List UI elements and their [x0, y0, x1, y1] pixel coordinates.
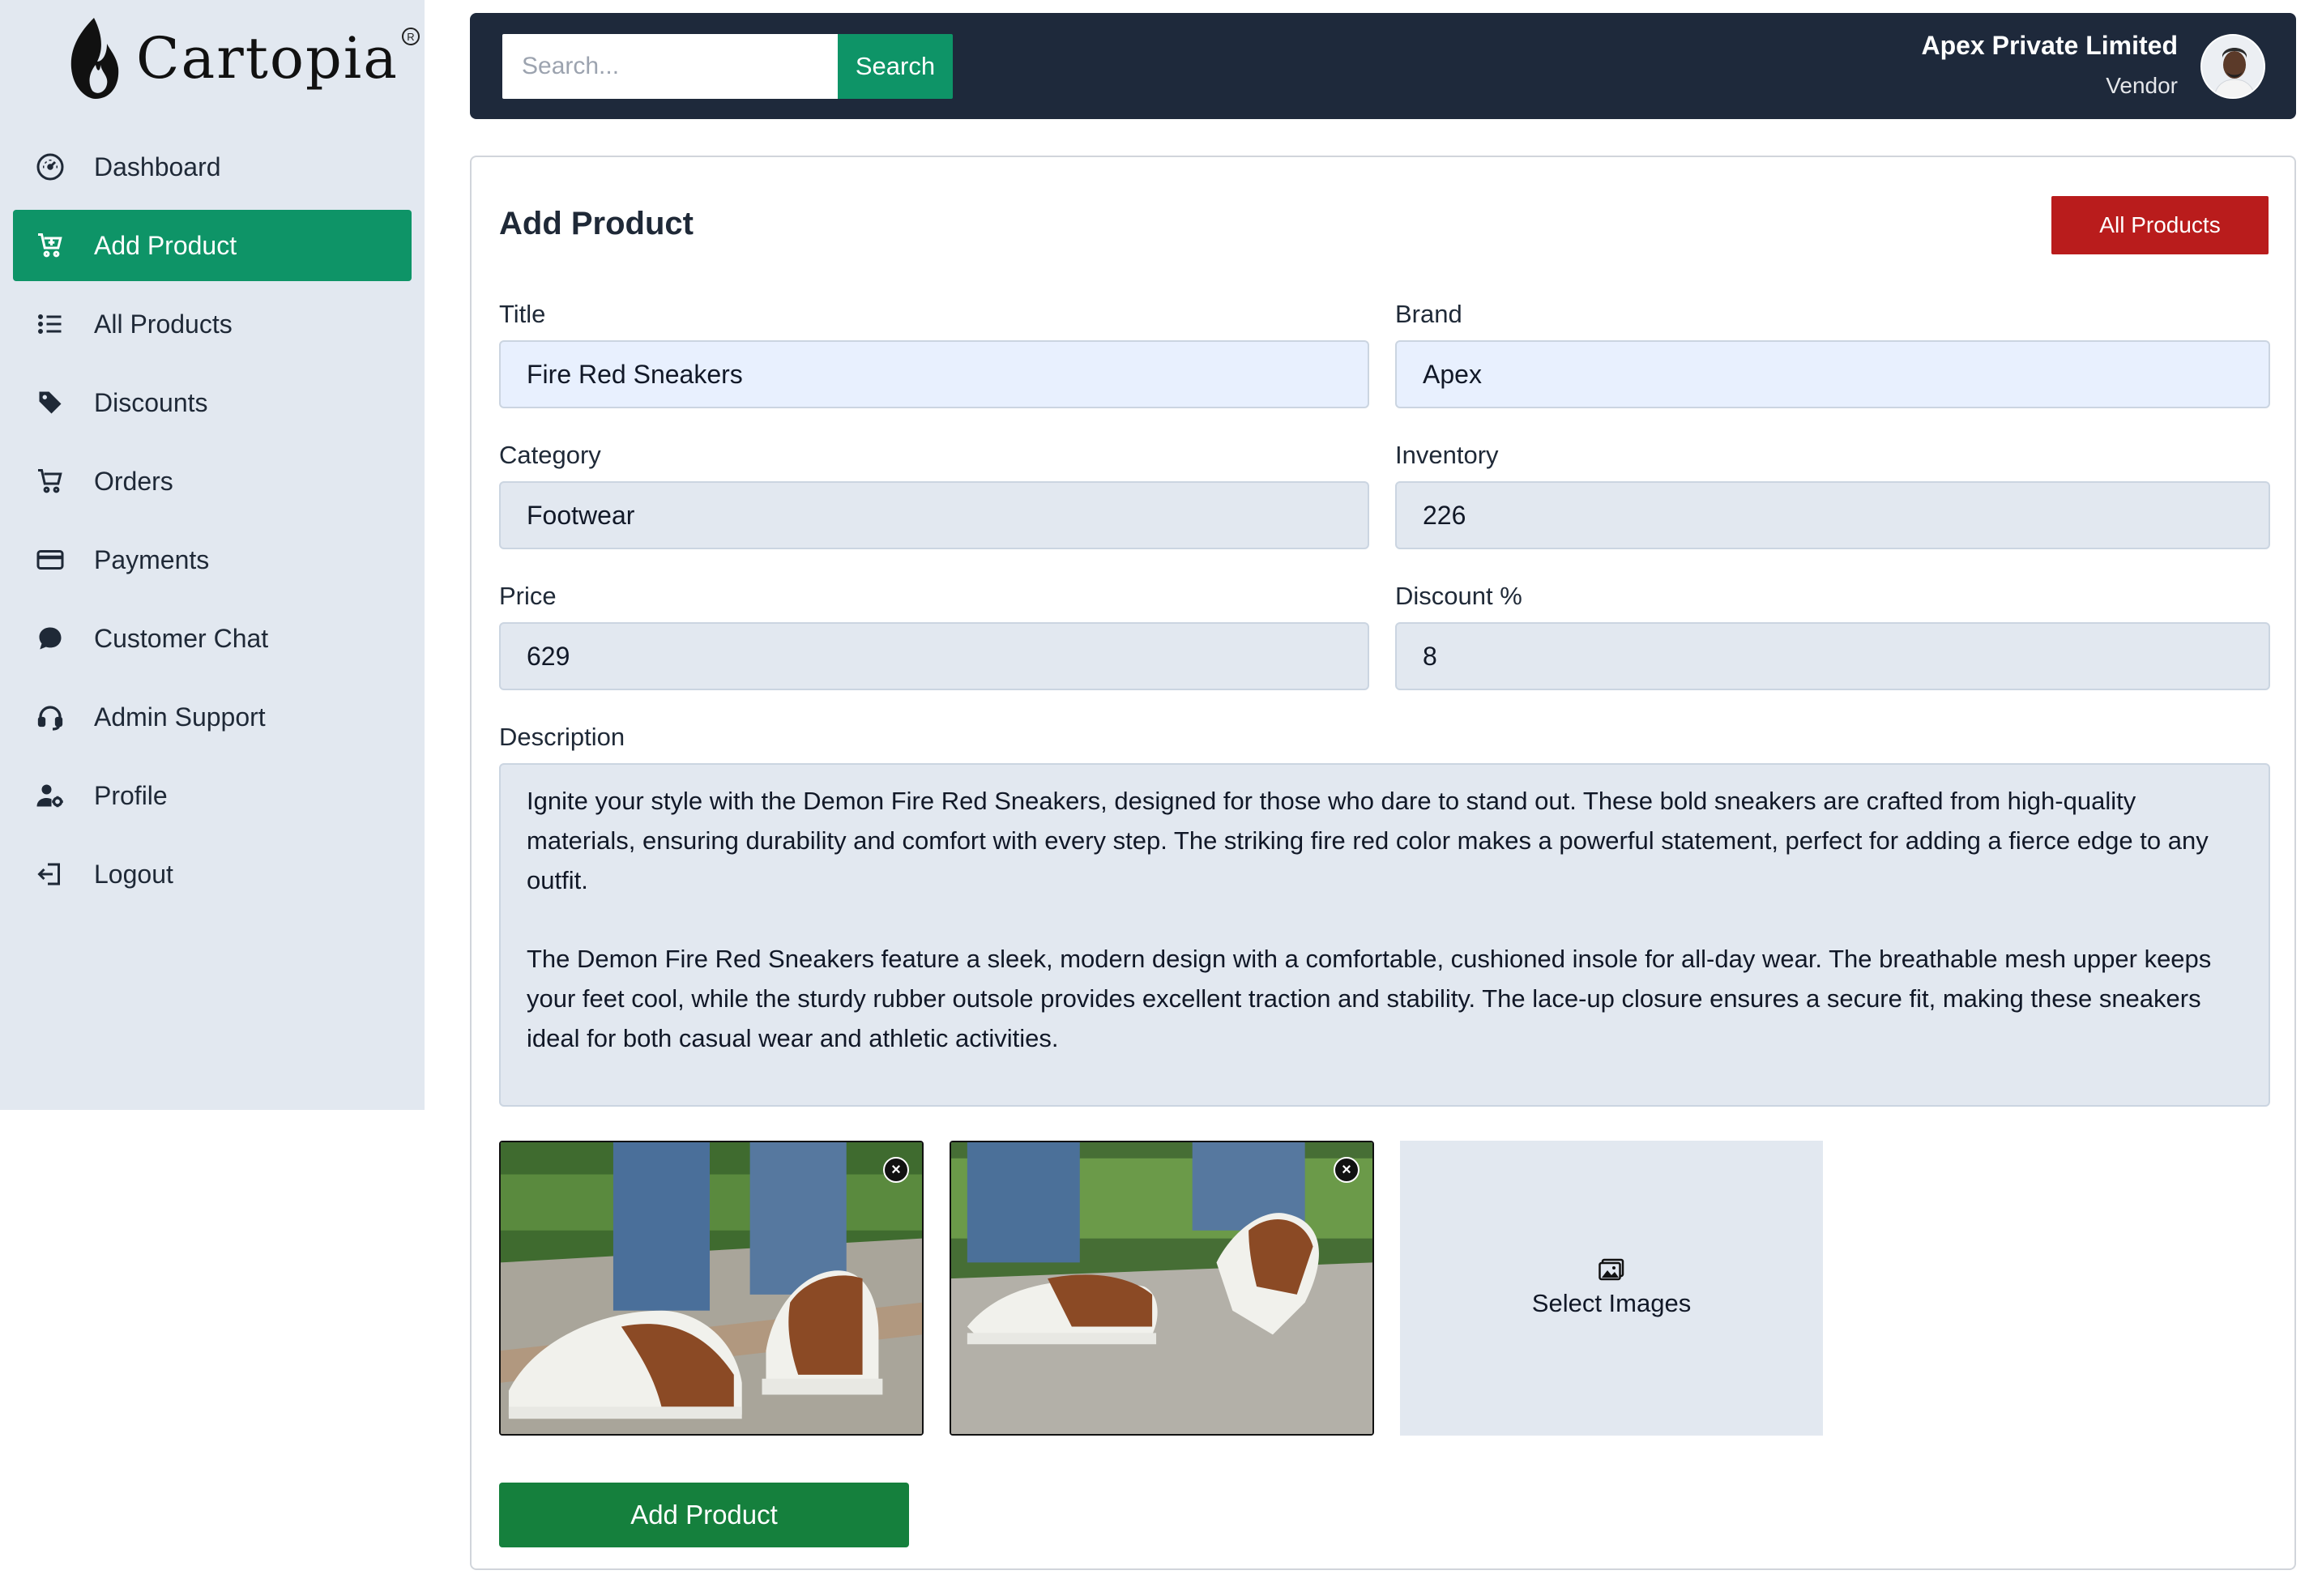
sneaker-photo-front	[501, 1142, 922, 1434]
all-products-button[interactable]: All Products	[2051, 196, 2269, 254]
sidebar-item-orders[interactable]: Orders	[13, 446, 412, 517]
brand-label: Brand	[1395, 300, 1462, 328]
cart-plus-icon	[34, 229, 66, 262]
list-icon	[34, 308, 66, 340]
brand-name: Cartopia	[136, 25, 399, 92]
page-title: Add Product	[499, 206, 694, 241]
sneaker-photo-walking	[951, 1142, 1372, 1434]
sidebar-item-profile[interactable]: Profile	[13, 760, 412, 831]
description-paragraph: The Demon Fire Red Sneakers feature a sl…	[527, 945, 2212, 1052]
description-paragraph: Ignite your style with the Demon Fire Re…	[527, 787, 2209, 894]
vendor-role: Vendor	[2106, 73, 2178, 98]
sidebar-item-dashboard[interactable]: Dashboard	[13, 131, 412, 203]
sidebar-item-admin-support[interactable]: Admin Support	[13, 681, 412, 753]
sidebar-item-label: Add Product	[94, 230, 237, 260]
sidebar-item-label: Orders	[94, 466, 173, 496]
sidebar-item-label: Payments	[94, 544, 210, 574]
registered-mark: R	[401, 28, 420, 45]
add-product-card: Add Product All Products Title Fire Red …	[470, 156, 2296, 1570]
cart-icon	[34, 465, 66, 497]
sidebar-item-customer-chat[interactable]: Customer Chat	[13, 603, 412, 674]
sidebar-item-label: Logout	[94, 859, 173, 889]
inventory-label: Inventory	[1395, 441, 1499, 469]
brand-field[interactable]: Apex	[1395, 340, 2270, 408]
vendor-name: Apex Private Limited	[1921, 31, 2178, 60]
remove-image-button[interactable]: ×	[1334, 1157, 1359, 1183]
category-field[interactable]: Footwear	[499, 481, 1369, 549]
sidebar-item-logout[interactable]: Logout	[13, 839, 412, 910]
credit-card-icon	[34, 544, 66, 576]
flame-logo-icon	[70, 18, 119, 99]
sidebar-item-label: Customer Chat	[94, 623, 269, 653]
chat-bubble-icon	[34, 622, 66, 655]
select-images-label: Select Images	[1531, 1289, 1692, 1317]
search-button[interactable]: Search	[838, 34, 953, 99]
sidebar-nav: Dashboard Add Product All Products Disco…	[13, 131, 412, 917]
logout-icon	[34, 858, 66, 890]
sidebar-item-all-products[interactable]: All Products	[13, 288, 412, 360]
sidebar-item-discounts[interactable]: Discounts	[13, 367, 412, 438]
category-label: Category	[499, 441, 601, 469]
remove-image-button[interactable]: ×	[883, 1157, 909, 1183]
brand-logo[interactable]: Cartopia R	[63, 16, 420, 100]
user-avatar-icon	[2202, 36, 2264, 97]
headset-icon	[34, 701, 66, 733]
discount-label: Discount %	[1395, 582, 1522, 610]
sidebar-item-label: Dashboard	[94, 151, 221, 181]
description-textarea[interactable]: Ignite your style with the Demon Fire Re…	[499, 763, 2270, 1107]
topbar: Search Apex Private Limited Vendor	[470, 13, 2296, 119]
product-image-thumbnail: ×	[950, 1141, 1374, 1436]
product-image-thumbnail: ×	[499, 1141, 924, 1436]
add-product-submit-button[interactable]: Add Product	[499, 1483, 909, 1547]
tag-icon	[34, 386, 66, 419]
select-images-dropzone[interactable]: Select Images	[1400, 1141, 1823, 1436]
sidebar-item-label: Discounts	[94, 387, 208, 417]
search-input[interactable]	[502, 34, 838, 99]
sidebar-item-label: Profile	[94, 780, 168, 810]
inventory-field[interactable]: 226	[1395, 481, 2270, 549]
avatar[interactable]	[2200, 34, 2265, 99]
app-root: Cartopia R Dashboard Add Product All Pro…	[0, 0, 2322, 1596]
discount-field[interactable]: 8	[1395, 622, 2270, 690]
sidebar-item-add-product[interactable]: Add Product	[13, 210, 412, 281]
sidebar-item-label: Admin Support	[94, 702, 266, 732]
user-gear-icon	[34, 779, 66, 812]
sidebar-item-label: All Products	[94, 309, 233, 339]
image-gallery-icon	[1599, 1258, 1624, 1281]
title-label: Title	[499, 300, 546, 328]
dashboard-gauge-icon	[34, 151, 66, 183]
price-label: Price	[499, 582, 557, 610]
sidebar: Cartopia R Dashboard Add Product All Pro…	[0, 0, 425, 1110]
sidebar-item-payments[interactable]: Payments	[13, 524, 412, 595]
price-field[interactable]: 629	[499, 622, 1369, 690]
title-field[interactable]: Fire Red Sneakers	[499, 340, 1369, 408]
description-label: Description	[499, 723, 625, 751]
